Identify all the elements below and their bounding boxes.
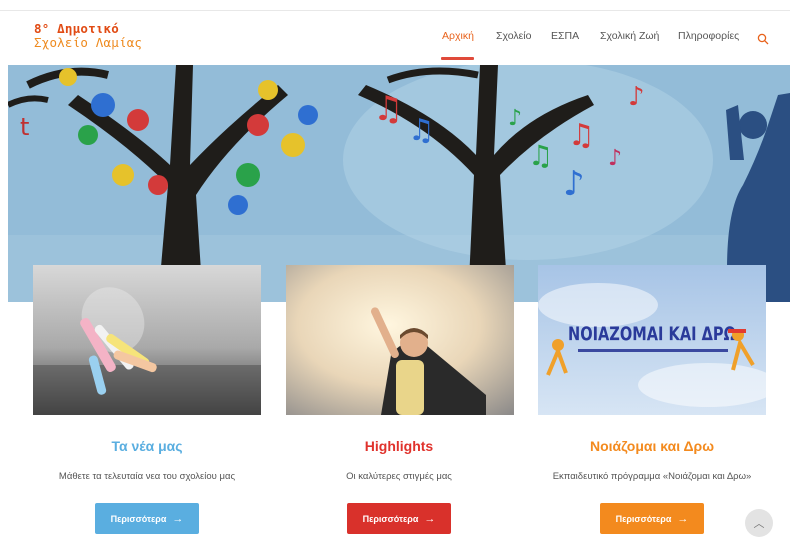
card-title-noiazomai[interactable]: Νοιάζομαι και Δρω <box>532 438 772 454</box>
card-image-highlights[interactable] <box>286 265 514 415</box>
svg-text:♫: ♫ <box>568 118 595 153</box>
svg-text:♪: ♪ <box>508 106 522 131</box>
arrow-right-icon: → <box>677 512 689 525</box>
nav-active-indicator <box>441 57 474 60</box>
nav-item-espa[interactable]: ΕΣΠΑ <box>551 30 579 42</box>
nav-item-school-life[interactable]: Σχολική Ζωή <box>600 30 659 42</box>
arrow-right-icon: → <box>172 512 184 525</box>
card-title-news[interactable]: Τα νέα μας <box>27 438 267 454</box>
nav-item-school[interactable]: Σχολείο <box>496 30 531 42</box>
svg-text:♫: ♫ <box>408 113 435 148</box>
card-desc-noiazomai: Εκπαιδευτικό πρόγραμμα «Νοιάζομαι και Δρ… <box>552 471 752 482</box>
card-image-noiazomai[interactable]: ΝΟΙΑΖΟΜΑΙ ΚΑΙ ΔΡΩ <box>538 265 766 415</box>
more-button-label: Περισσότερα <box>110 513 167 524</box>
more-button-news[interactable]: Περισσότερα → <box>95 503 199 534</box>
nav-item-home[interactable]: Αρχική <box>442 30 474 42</box>
more-button-noiazomai[interactable]: Περισσότερα → <box>600 503 704 534</box>
card-desc-news: Μάθετε τα τελευταία νεα του σχολείου μας <box>58 471 236 482</box>
arrow-right-icon: → <box>424 512 436 525</box>
more-button-highlights[interactable]: Περισσότερα → <box>347 503 451 534</box>
svg-text:♪: ♪ <box>608 146 622 171</box>
svg-text:♪: ♪ <box>628 82 645 112</box>
search-icon[interactable] <box>757 33 769 45</box>
svg-text:♫: ♫ <box>373 89 403 129</box>
more-button-label: Περισσότερα <box>362 513 419 524</box>
card-title-highlights[interactable]: Highlights <box>279 438 519 454</box>
more-button-label: Περισσότερα <box>615 513 672 524</box>
svg-text:♪: ♪ <box>563 164 585 204</box>
card-image-news[interactable] <box>33 265 261 415</box>
noiazomai-logo-text: ΝΟΙΑΖΟΜΑΙ ΚΑΙ ΔΡΩ <box>568 323 736 345</box>
back-to-top-button[interactable]: ︿ <box>745 509 773 537</box>
chevron-up-icon: ︿ <box>753 518 765 530</box>
svg-text:♫: ♫ <box>528 139 553 172</box>
main-nav: Αρχική Σχολείο ΕΣΠΑ Σχολική Ζωή Πληροφορ… <box>0 30 790 60</box>
card-desc-highlights: Οι καλύτερες στιγμές μας <box>346 471 452 482</box>
svg-text:t: t <box>20 113 29 141</box>
top-border <box>0 0 790 11</box>
nav-item-info[interactable]: Πληροφορίες <box>678 30 739 42</box>
